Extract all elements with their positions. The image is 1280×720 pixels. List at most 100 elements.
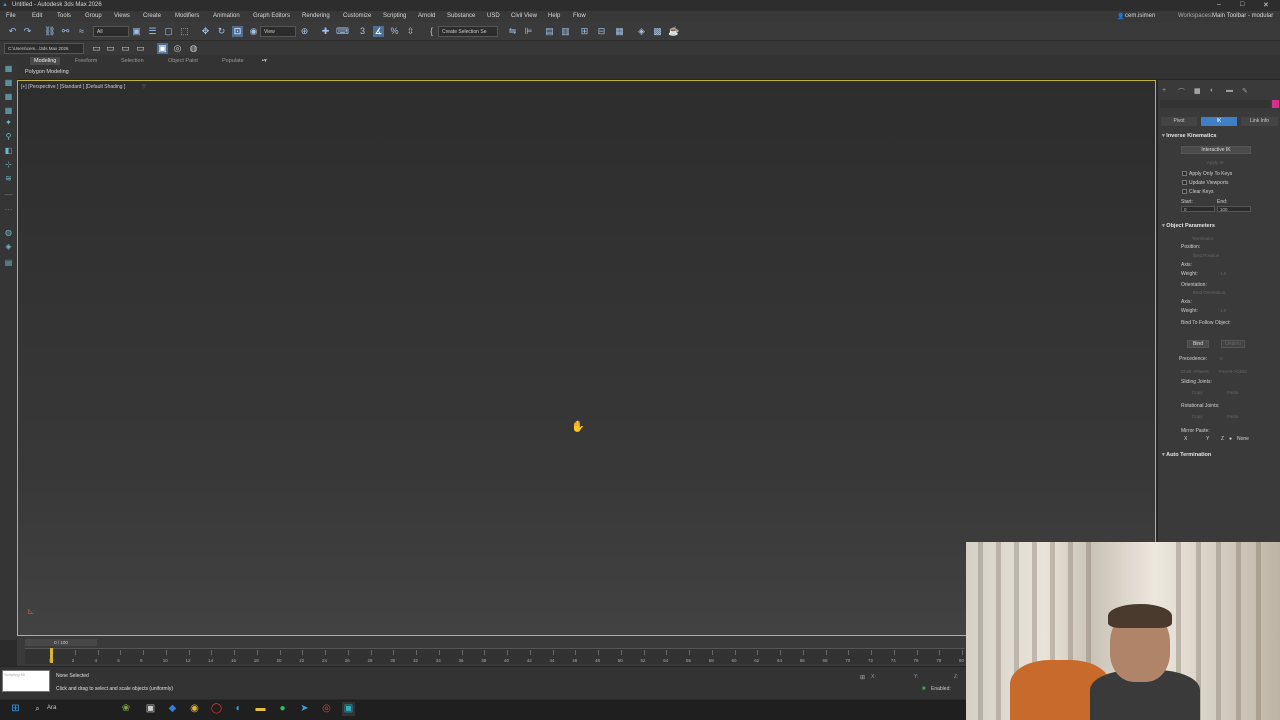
menu-modifiers[interactable]: Modifiers [175,13,199,19]
menu-file[interactable]: File [6,13,16,19]
menu-civil-view[interactable]: Civil View [511,13,537,19]
taskbar-search[interactable]: Ara [47,705,56,711]
time-slider[interactable]: 0 / 100 [25,639,97,646]
tab-freeform[interactable]: Freeform [75,58,97,64]
task-view-icon[interactable]: ▣ [144,702,157,716]
coord-z-field[interactable]: Z: [954,674,958,680]
menu-tools[interactable]: Tools [57,13,71,19]
link-icon[interactable]: ⛓ [44,26,55,37]
tab-pivot[interactable]: Pivot [1161,117,1197,126]
tab-populate[interactable]: Populate [222,58,244,64]
menu-create[interactable]: Create [143,13,161,19]
snap-icon[interactable]: ▭ [105,43,116,54]
container-icon[interactable]: ◍ [3,228,14,237]
hierarchy-panel-icon[interactable]: ▦ [1194,87,1201,95]
render-icon[interactable]: ☕ [668,26,679,37]
sliding-copy-button[interactable]: Copy [1192,390,1203,395]
rotate-icon[interactable]: ↻ [216,26,227,37]
telegram-icon[interactable]: ➤ [298,702,311,716]
precedence-spinner[interactable]: 0 [1220,356,1223,361]
mirror-none-radio-dot[interactable]: ● [1229,436,1232,442]
file-explorer-icon[interactable]: ▬ [254,702,267,716]
position-weight-spinner[interactable]: 1.0 [1220,271,1226,276]
polygon-modeling-label[interactable]: Polygon Modeling [25,69,69,75]
state-sets-icon[interactable]: ◍ [188,43,199,54]
user-icon[interactable]: 👤 [1117,13,1124,20]
start-spinner[interactable]: 0 [1181,206,1215,212]
curve-editor-icon[interactable]: ⊞ [579,26,590,37]
windows-start-icon[interactable]: ⊞ [9,702,22,716]
edge-icon[interactable]: ◐ [232,702,245,716]
ribbon-options-icon[interactable]: ▪▾ [262,58,267,64]
systems-icon[interactable]: ⋯ [3,205,14,214]
motion-icon[interactable]: ▦ [3,106,14,115]
utilities-panel-icon[interactable]: ✎ [1242,87,1248,95]
close-button[interactable]: ✕ [1263,1,1269,9]
apply-ik-button[interactable]: Apply IK [1207,160,1224,165]
scene-explorer-icon[interactable]: ▤ [544,26,555,37]
isolate-icon[interactable]: ▣ [157,43,168,54]
chrome-icon[interactable]: ◉ [188,702,201,716]
place-icon[interactable]: ◉ [248,26,259,37]
menu-customize[interactable]: Customize [343,13,371,19]
edit-named-sel-icon[interactable]: { [426,26,437,37]
mirror-x-radio[interactable]: X [1184,436,1187,442]
schematic-view-icon[interactable]: ⊟ [596,26,607,37]
helper-icon[interactable]: ⊹ [3,160,14,169]
parent-child-button[interactable]: Parent->Child [1219,369,1247,374]
scene-explorer-icon[interactable]: ▦ [3,64,14,73]
select-manipulate-icon[interactable]: ✚ [320,26,331,37]
render-frame-icon[interactable]: ▩ [652,26,663,37]
menu-flow[interactable]: Flow [573,13,586,19]
menu-arnold[interactable]: Arnold [418,13,435,19]
minimize-button[interactable]: – [1217,1,1221,8]
menu-graph-editors[interactable]: Graph Editors [253,13,290,19]
opera-icon[interactable]: ◯ [210,702,223,716]
coord-y-field[interactable]: Y: [914,674,918,680]
select-by-name-icon[interactable]: ☰ [147,26,158,37]
window-crossing-icon[interactable]: ⬚ [179,26,190,37]
ik-rollout-header[interactable]: Inverse Kinematics [1162,133,1216,139]
spotify-icon[interactable]: ● [276,702,289,716]
pivot-center-icon[interactable]: ⊕ [299,26,310,37]
tab-ik[interactable]: IK [1201,117,1237,126]
keyboard-shortcut-icon[interactable]: ⌨ [336,26,349,37]
snap-toggle-icon[interactable]: 3 [357,26,368,37]
orientation-weight-spinner[interactable]: 1.0 [1220,308,1226,313]
sliding-paste-button[interactable]: Paste [1227,390,1239,395]
unlink-icon[interactable]: ⚯ [60,26,71,37]
3dsmax-taskbar-icon[interactable]: ▣ [342,702,355,716]
camera-icon[interactable]: ◧ [3,146,14,155]
bind-spacewarp-icon[interactable]: ≈ [76,26,87,37]
menu-views[interactable]: Views [114,13,130,19]
bone-icon[interactable]: ⚲ [3,132,14,141]
create-panel-icon[interactable]: + [1162,87,1166,94]
display-panel-icon[interactable]: ▬ [1226,87,1233,94]
project-path[interactable]: C:\Users\cem...\3ds Max 2026 [4,43,84,54]
bind-position-checkbox[interactable]: Bind Position [1193,253,1219,258]
search-icon[interactable]: ⌕ [31,702,44,716]
coord-x-field[interactable]: X: [871,674,876,680]
mirror-y-radio[interactable]: Y [1206,436,1209,442]
layers-icon[interactable]: ▭ [135,43,146,54]
object-parameters-header[interactable]: Object Parameters [1162,223,1215,229]
select-object-icon[interactable]: ▣ [131,26,142,37]
named-selection-dropdown[interactable]: Create Selection Se [438,26,498,37]
bind-orientation-checkbox[interactable]: Bind Orientation [1193,290,1225,295]
auto-termination-header[interactable]: Auto Termination [1162,452,1211,458]
percent-snap-icon[interactable]: % [389,26,400,37]
apply-only-keys-checkbox[interactable] [1182,171,1187,176]
display-icon[interactable]: ▦ [3,78,14,87]
tab-object-paint[interactable]: Object Paint [168,58,198,64]
unbind-button[interactable]: Unbind [1221,340,1245,348]
rotational-copy-button[interactable]: Copy [1192,414,1203,419]
playhead[interactable] [50,648,53,663]
menu-group[interactable]: Group [85,13,102,19]
bind-button[interactable]: Bind [1187,340,1209,348]
menu-scripting[interactable]: Scripting [383,13,406,19]
menu-edit[interactable]: Edit [32,13,42,19]
align-icon[interactable]: ⊫ [523,26,534,37]
angle-snap-icon[interactable]: ∡ [373,26,384,37]
lock-selection-icon[interactable]: ⊞ [860,674,865,681]
tab-selection[interactable]: Selection [121,58,144,64]
